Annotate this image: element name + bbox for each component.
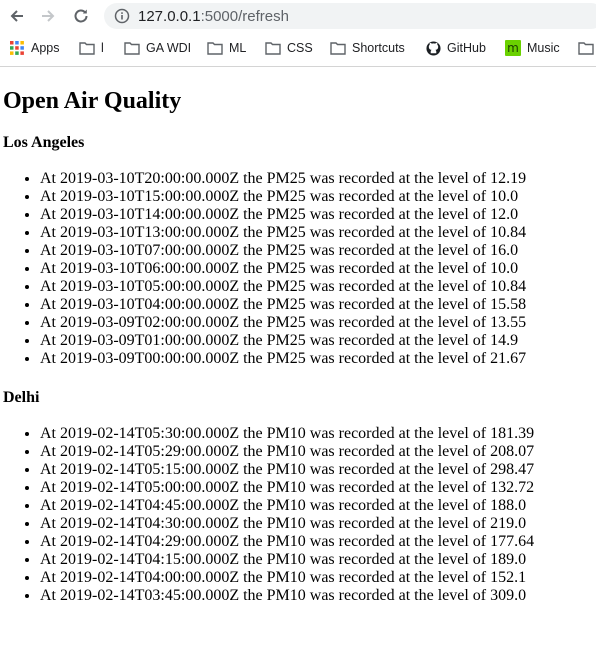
reload-button[interactable]: [71, 6, 91, 26]
city-heading-los-angeles: Los Angeles: [3, 134, 85, 151]
bookmark-folder[interactable]: Shortcuts: [330, 40, 405, 56]
list-item: At 2019-03-09T00:00:00.000Z the PM25 was…: [40, 350, 596, 368]
bookmark-folder[interactable]: GA WDI: [124, 40, 191, 56]
folder-icon: [79, 40, 95, 56]
list-item: At 2019-02-14T04:30:00.000Z the PM10 was…: [40, 515, 596, 533]
list-item: At 2019-03-10T13:00:00.000Z the PM25 was…: [40, 224, 596, 242]
forward-arrow-icon: [42, 10, 55, 22]
bookmarks-bar: Apps l GA WDI ML CSS Shortcuts GitHub m …: [0, 32, 596, 62]
back-button[interactable]: [7, 6, 27, 26]
forward-button[interactable]: [38, 6, 58, 26]
bookmark-label: Music: [527, 41, 560, 55]
list-item: At 2019-03-10T07:00:00.000Z the PM25 was…: [40, 242, 596, 260]
city-heading-delhi: Delhi: [3, 389, 40, 406]
folder-icon: [330, 40, 346, 56]
bookmark-folder[interactable]: [578, 40, 596, 56]
bookmark-github[interactable]: GitHub: [425, 40, 486, 56]
folder-icon: [578, 40, 594, 56]
list-item: At 2019-03-10T05:00:00.000Z the PM25 was…: [40, 278, 596, 296]
github-icon: [425, 40, 441, 56]
list-item: At 2019-02-14T04:15:00.000Z the PM10 was…: [40, 551, 596, 569]
list-item: At 2019-03-10T20:00:00.000Z the PM25 was…: [40, 170, 596, 188]
page-content: Open Air Quality Los Angeles At 2019-03-…: [0, 87, 596, 605]
bookmark-label: Apps: [31, 41, 60, 55]
bookmark-label: Shortcuts: [352, 41, 405, 55]
list-item: At 2019-03-10T15:00:00.000Z the PM25 was…: [40, 188, 596, 206]
bookmark-label: CSS: [287, 41, 313, 55]
list-item: At 2019-03-10T04:00:00.000Z the PM25 was…: [40, 296, 596, 314]
list-item: At 2019-02-14T05:29:00.000Z the PM10 was…: [40, 443, 596, 461]
bookmark-label: GitHub: [447, 41, 486, 55]
back-arrow-icon: [10, 10, 23, 22]
list-item: At 2019-02-14T04:45:00.000Z the PM10 was…: [40, 497, 596, 515]
address-bar[interactable]: 127.0.0.1:5000/refresh: [104, 3, 596, 29]
music-m-icon: m: [505, 40, 521, 56]
url-host: 127.0.0.1: [138, 7, 201, 25]
bookmark-apps[interactable]: Apps: [9, 40, 60, 56]
folder-icon: [207, 40, 223, 56]
bookmark-folder[interactable]: l: [79, 40, 104, 56]
reload-icon: [74, 9, 88, 23]
readings-list-los-angeles: At 2019-03-10T20:00:00.000Z the PM25 was…: [3, 170, 596, 368]
apps-grid-icon: [9, 40, 25, 56]
list-item: At 2019-03-09T02:00:00.000Z the PM25 was…: [40, 314, 596, 332]
list-item: At 2019-03-09T01:00:00.000Z the PM25 was…: [40, 332, 596, 350]
list-item: At 2019-02-14T05:15:00.000Z the PM10 was…: [40, 461, 596, 479]
bookmark-folder[interactable]: ML: [207, 40, 246, 56]
folder-icon: [265, 40, 281, 56]
url-path: :5000/refresh: [200, 7, 289, 25]
folder-icon: [124, 40, 140, 56]
list-item: At 2019-03-10T14:00:00.000Z the PM25 was…: [40, 206, 596, 224]
list-item: At 2019-02-14T03:45:00.000Z the PM10 was…: [40, 587, 596, 605]
bookmark-label: GA WDI: [146, 41, 192, 55]
info-icon: [114, 8, 130, 24]
browser-chrome: 127.0.0.1:5000/refresh Apps l GA WDI ML…: [0, 0, 596, 67]
list-item: At 2019-02-14T05:30:00.000Z the PM10 was…: [40, 425, 596, 443]
list-item: At 2019-02-14T04:29:00.000Z the PM10 was…: [40, 533, 596, 551]
bookmark-music[interactable]: m Music: [505, 40, 560, 56]
readings-list-delhi: At 2019-02-14T05:30:00.000Z the PM10 was…: [3, 425, 596, 605]
bookmark-label: l: [101, 41, 104, 55]
browser-toolbar: 127.0.0.1:5000/refresh: [0, 0, 596, 32]
bookmark-label: ML: [229, 41, 247, 55]
list-item: At 2019-02-14T04:00:00.000Z the PM10 was…: [40, 569, 596, 587]
page-title: Open Air Quality: [3, 88, 182, 114]
bookmark-folder[interactable]: CSS: [265, 40, 313, 56]
list-item: At 2019-02-14T05:00:00.000Z the PM10 was…: [40, 479, 596, 497]
list-item: At 2019-03-10T06:00:00.000Z the PM25 was…: [40, 260, 596, 278]
